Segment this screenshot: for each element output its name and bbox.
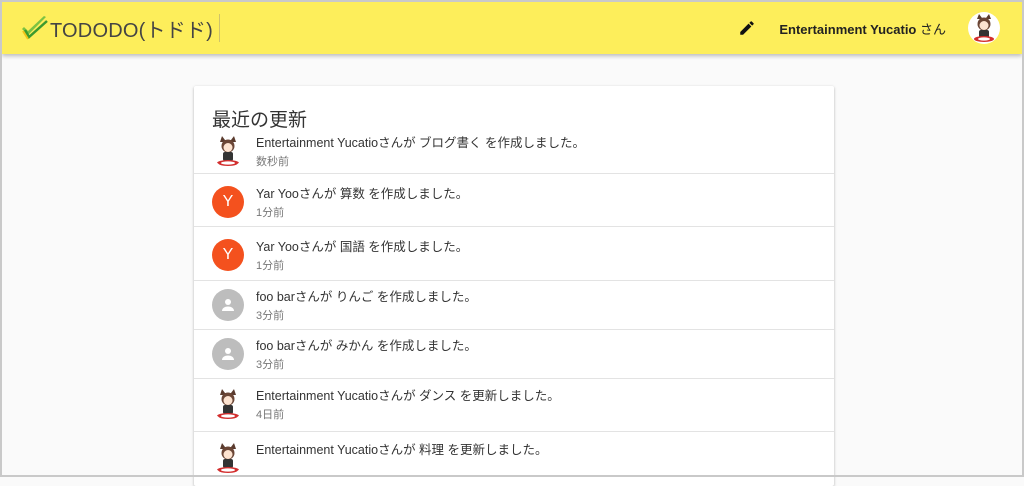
activity-time: 数秒前 bbox=[256, 156, 289, 168]
person-icon bbox=[212, 338, 244, 370]
activity-text: foo barさんが りんご を作成しました。 bbox=[256, 290, 477, 304]
character-avatar-icon bbox=[212, 442, 244, 474]
activity-text: Yar Yooさんが 算数 を作成しました。 bbox=[256, 187, 469, 201]
activity-text: foo barさんが みかん を作成しました。 bbox=[256, 339, 477, 353]
activity-text: Entertainment Yucatioさんが ブログ書く を作成しました。 bbox=[256, 136, 586, 150]
app-bar: TODODO(トドド) Entertainment Yucatio さん bbox=[2, 2, 1022, 54]
activity-text: Entertainment Yucatioさんが ダンス を更新しました。 bbox=[256, 389, 560, 403]
activity-time: 1分前 bbox=[256, 207, 285, 219]
user-avatar[interactable] bbox=[968, 12, 1000, 44]
pencil-icon bbox=[740, 21, 755, 35]
activity-time: 3分前 bbox=[256, 359, 285, 371]
person-icon bbox=[212, 289, 244, 321]
user-greeting: Entertainment Yucatio さん bbox=[779, 19, 946, 38]
letter-avatar: Y bbox=[212, 186, 244, 218]
list-item[interactable]: Entertainment Yucatioさんが ブログ書く を作成しました。 … bbox=[194, 135, 834, 174]
list-item[interactable]: Y Yar Yooさんが 国語 を作成しました。 1分前 bbox=[194, 227, 834, 281]
activity-time: 1分前 bbox=[256, 260, 285, 272]
list-item[interactable]: Entertainment Yucatioさんが 料理 を更新しました。 bbox=[194, 432, 834, 486]
user-suffix: さん bbox=[916, 21, 946, 37]
user-name: Entertainment Yucatio bbox=[779, 21, 917, 37]
checkmark-logo-icon bbox=[22, 16, 48, 40]
activity-time: 3分前 bbox=[256, 310, 285, 322]
recent-updates-card: 最近の更新 Entertainment Yucatioさんが ブログ書く を作成… bbox=[194, 86, 834, 486]
card-title: 最近の更新 bbox=[212, 109, 308, 131]
character-avatar-icon bbox=[212, 388, 244, 420]
logo-divider bbox=[218, 14, 228, 42]
character-avatar-icon bbox=[974, 14, 994, 42]
character-avatar-icon bbox=[212, 135, 244, 167]
list-item[interactable]: Y Yar Yooさんが 算数 を作成しました。 1分前 bbox=[194, 174, 834, 227]
app-logo[interactable]: TODODO(トドド) bbox=[20, 2, 228, 54]
activity-time: 4日前 bbox=[256, 409, 285, 421]
app-title: TODODO(トドド) bbox=[50, 19, 213, 42]
activity-text: Yar Yooさんが 国語 を作成しました。 bbox=[256, 240, 469, 254]
letter-avatar: Y bbox=[212, 239, 244, 271]
list-item[interactable]: foo barさんが みかん を作成しました。 3分前 bbox=[194, 330, 834, 379]
activity-text: Entertainment Yucatioさんが 料理 を更新しました。 bbox=[256, 443, 548, 457]
list-item[interactable]: foo barさんが りんご を作成しました。 3分前 bbox=[194, 281, 834, 330]
edit-button[interactable] bbox=[729, 10, 765, 46]
list-item[interactable]: Entertainment Yucatioさんが ダンス を更新しました。 4日… bbox=[194, 379, 834, 432]
